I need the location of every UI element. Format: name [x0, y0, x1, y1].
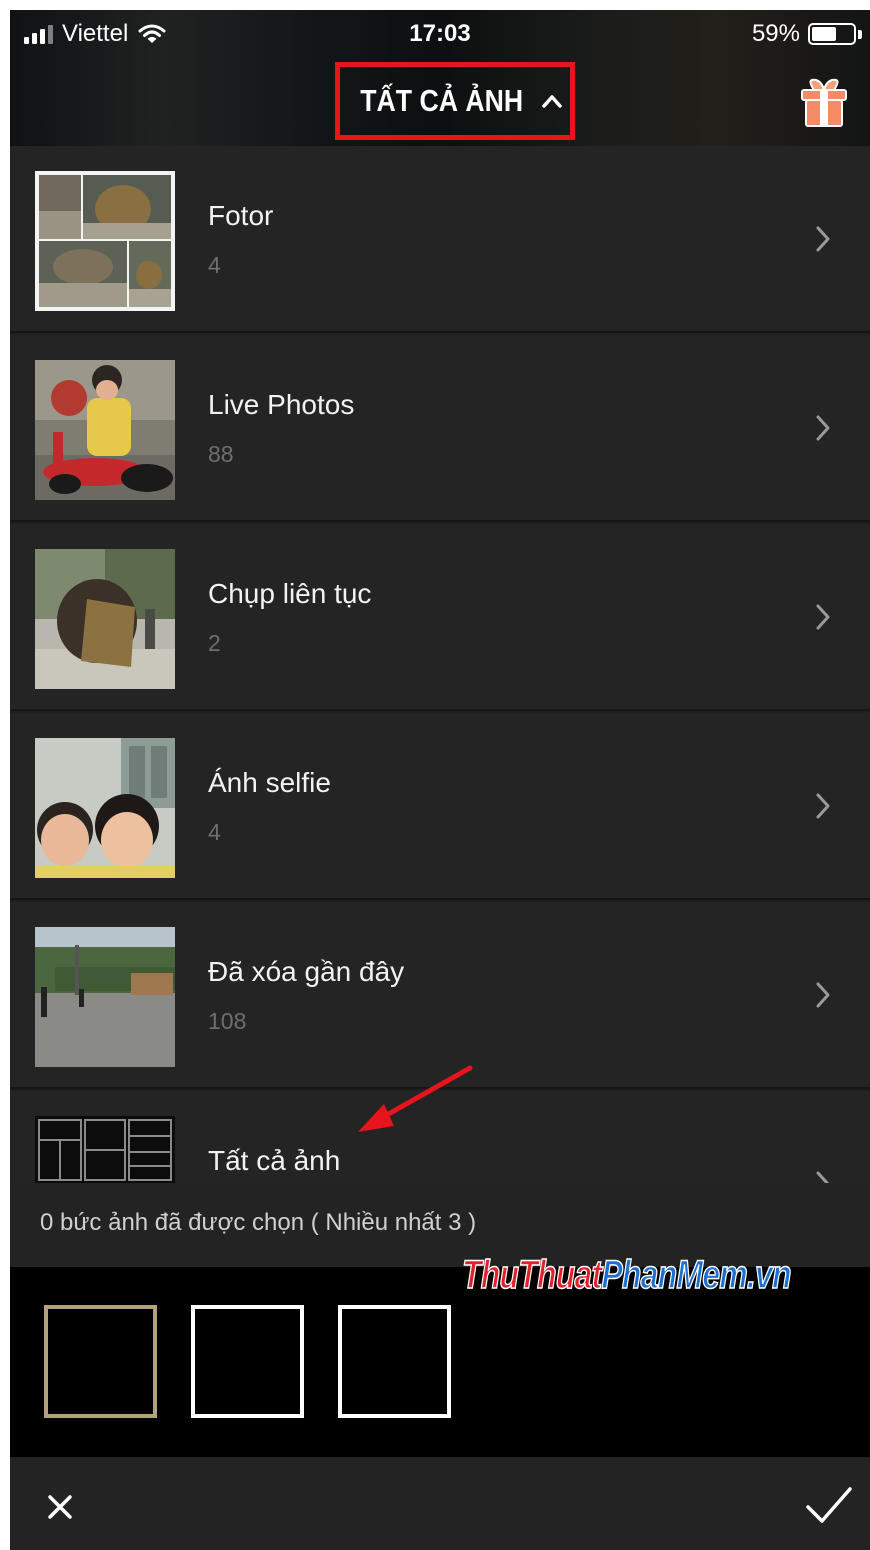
album-thumbnail [35, 360, 175, 500]
annotation-arrow [358, 1065, 473, 1132]
album-row-fotor[interactable]: Fotor 4 [10, 146, 870, 333]
album-name: Tất cả ảnh [208, 1145, 341, 1176]
album-count: 4 [208, 252, 221, 278]
chevron-right-icon [816, 982, 830, 1008]
album-thumbnail [35, 927, 175, 1067]
album-count: 88 [208, 441, 234, 467]
album-count: 4 [208, 819, 221, 845]
battery-group: 59% [752, 20, 862, 48]
album-thumbnail [35, 1116, 175, 1183]
album-thumbnail [35, 549, 175, 689]
chevron-right-icon [816, 793, 830, 819]
album-title: TẤT CẢ ẢNH [360, 83, 524, 118]
album-name: Ánh selfie [208, 767, 331, 798]
clock: 17:03 [409, 20, 471, 47]
album-row-recently-deleted[interactable]: Đã xóa gần đây 108 [10, 902, 870, 1089]
checkmark-icon[interactable] [802, 1481, 854, 1529]
chevron-right-icon [816, 226, 830, 252]
watermark: ThuThuatPhanMem.vn [461, 1252, 792, 1298]
gift-icon[interactable] [798, 76, 850, 128]
album-picker-toggle[interactable]: TẤT CẢ ẢNH [335, 62, 575, 140]
album-name: Chụp liên tục [208, 578, 372, 609]
battery-icon [808, 23, 856, 45]
battery-percent: 59% [751, 20, 800, 47]
album-row-live-photos[interactable]: Live Photos 88 [10, 335, 870, 522]
album-row-selfie[interactable]: Ánh selfie 4 [10, 713, 870, 900]
chevron-up-icon [541, 95, 562, 108]
chevron-right-icon [816, 604, 830, 630]
album-count: 108 [208, 1008, 247, 1034]
album-name: Live Photos [208, 389, 355, 420]
album-thumbnail [35, 738, 175, 878]
album-name: Đã xóa gần đây [208, 956, 405, 987]
battery-tip [858, 29, 862, 39]
battery-fill [812, 27, 836, 41]
selection-slot[interactable] [44, 1305, 157, 1418]
bottom-toolbar [10, 1457, 870, 1550]
album-count: 2 [208, 630, 221, 656]
album-row-burst[interactable]: Chụp liên tục 2 [10, 524, 870, 711]
selection-slot[interactable] [191, 1305, 304, 1418]
chevron-right-icon [816, 415, 830, 441]
status-bar: Viettel 17:03 59% [10, 10, 870, 60]
watermark-part-1: ThuThuat [461, 1252, 602, 1298]
album-thumbnail [35, 171, 175, 311]
watermark-part-2: PhanMem.vn [601, 1252, 792, 1298]
album-name: Fotor [208, 200, 274, 231]
chevron-right-icon [816, 1171, 830, 1183]
close-icon[interactable] [40, 1487, 80, 1527]
selected-count-text: 0 bức ảnh đã được chọn ( Nhiều nhất 3 ) [40, 1209, 477, 1236]
selection-slot[interactable] [338, 1305, 451, 1418]
phone-screen: Viettel 17:03 59% TẤT CẢ ẢNH Fotor 4 Liv… [10, 10, 870, 1550]
album-list: Fotor 4 Live Photos 88 Chụp liên tục 2 Á… [10, 146, 870, 1183]
